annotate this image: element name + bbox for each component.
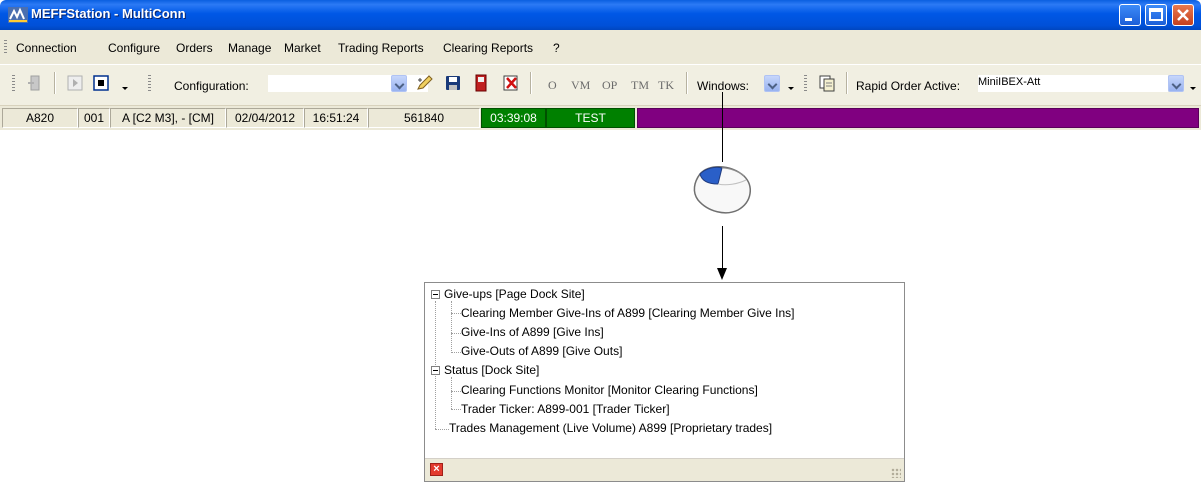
tree-node-give-ups[interactable]: Give-ups [Page Dock Site]	[444, 287, 585, 301]
panel-footer: ×	[425, 458, 904, 481]
pointer-line-bottom	[722, 226, 723, 270]
menu-help[interactable]: ?	[553, 41, 560, 55]
close-button[interactable]	[1172, 4, 1194, 26]
window-title: MEFFStation - MultiConn	[31, 6, 186, 21]
meff-logo-icon	[8, 7, 28, 23]
play-icon[interactable]	[66, 74, 84, 92]
status-time: 16:51:24	[304, 108, 368, 128]
tm-button[interactable]: TM	[631, 78, 649, 93]
title-bar[interactable]: MEFFStation - MultiConn	[0, 0, 1201, 30]
exit-door-icon[interactable]	[26, 74, 44, 92]
rapid-chevron-down-icon[interactable]	[1190, 87, 1196, 90]
resize-grip[interactable]	[891, 468, 901, 478]
menu-bar: Connection Configure Orders Manage Marke…	[0, 30, 1201, 64]
menu-orders[interactable]: Orders	[176, 41, 213, 55]
menu-configure[interactable]: Configure	[108, 41, 160, 55]
menu-clearing-reports[interactable]: Clearing Reports	[443, 41, 533, 55]
expand-toggle-status[interactable]	[431, 366, 440, 375]
arrow-down-icon	[717, 268, 727, 280]
status-member: A820	[2, 108, 78, 128]
delete-config-icon[interactable]	[472, 74, 490, 92]
tree-node-clearing-member-give-ins[interactable]: Clearing Member Give-Ins of A899 [Cleari…	[461, 306, 794, 320]
tk-button[interactable]: TK	[658, 78, 674, 93]
toolbar: Configuration: O VM OP TM TK Windows: Ra…	[0, 64, 1201, 106]
status-timer: 03:39:08	[481, 108, 546, 128]
status-environment: TEST	[546, 108, 635, 128]
minimize-icon	[1125, 18, 1132, 21]
close-icon	[1177, 9, 1189, 21]
menu-trading-reports[interactable]: Trading Reports	[338, 41, 424, 55]
o-button[interactable]: O	[548, 78, 557, 93]
windows-dropdown-button[interactable]	[764, 75, 780, 92]
maximize-button[interactable]	[1145, 4, 1167, 26]
minimize-button[interactable]	[1119, 4, 1141, 26]
windows-chevron-down-icon[interactable]	[788, 87, 794, 90]
remove-icon[interactable]	[502, 74, 520, 92]
configuration-dropdown-button[interactable]	[391, 75, 407, 92]
edit-config-icon[interactable]	[416, 74, 434, 92]
tree-node-status[interactable]: Status [Dock Site]	[444, 363, 539, 377]
status-bar: A820 001 A [C2 M3], - [CM] 02/04/2012 16…	[0, 106, 1201, 130]
toolbar-grip-3[interactable]	[804, 75, 807, 91]
menu-grip[interactable]	[4, 40, 7, 55]
toolbar-grip-2[interactable]	[148, 75, 151, 91]
rapid-order-combo[interactable]: MiniIBEX-Att	[978, 75, 1168, 92]
rapid-order-label: Rapid Order Active:	[856, 79, 961, 93]
save-icon[interactable]	[444, 74, 462, 92]
status-trader: 001	[78, 108, 110, 128]
op-button[interactable]: OP	[602, 78, 617, 93]
pointer-line-top	[722, 92, 723, 162]
tree-node-clearing-functions-monitor[interactable]: Clearing Functions Monitor [Monitor Clea…	[461, 383, 758, 397]
tree-node-trades-management[interactable]: Trades Management (Live Volume) A899 [Pr…	[449, 421, 772, 435]
menu-market[interactable]: Market	[284, 41, 321, 55]
status-session-id: 561840	[368, 108, 480, 128]
maximize-icon	[1149, 8, 1163, 21]
configuration-label: Configuration:	[174, 79, 249, 93]
tree-node-give-outs[interactable]: Give-Outs of A899 [Give Outs]	[461, 344, 622, 358]
toolbar-grip[interactable]	[12, 75, 15, 91]
menu-connection[interactable]: Connection	[16, 41, 77, 55]
tree-node-trader-ticker[interactable]: Trader Ticker: A899-001 [Trader Ticker]	[461, 402, 670, 416]
mouse-icon	[693, 166, 751, 214]
expand-toggle-give-ups[interactable]	[431, 290, 440, 299]
copy-window-icon[interactable]	[818, 74, 836, 92]
rapid-order-dropdown-button[interactable]	[1168, 75, 1184, 92]
status-account: A [C2 M3], - [CM]	[110, 108, 226, 128]
chevron-down-icon[interactable]	[122, 87, 128, 90]
tree-node-give-ins[interactable]: Give-Ins of A899 [Give Ins]	[461, 325, 604, 339]
close-icon[interactable]: ×	[430, 463, 443, 476]
menu-manage[interactable]: Manage	[228, 41, 271, 55]
windows-label: Windows:	[697, 79, 750, 93]
vm-button[interactable]: VM	[571, 78, 590, 93]
status-date: 02/04/2012	[226, 108, 304, 128]
stop-icon[interactable]	[92, 74, 110, 92]
windows-tree-panel: Give-ups [Page Dock Site] Clearing Membe…	[424, 282, 905, 482]
